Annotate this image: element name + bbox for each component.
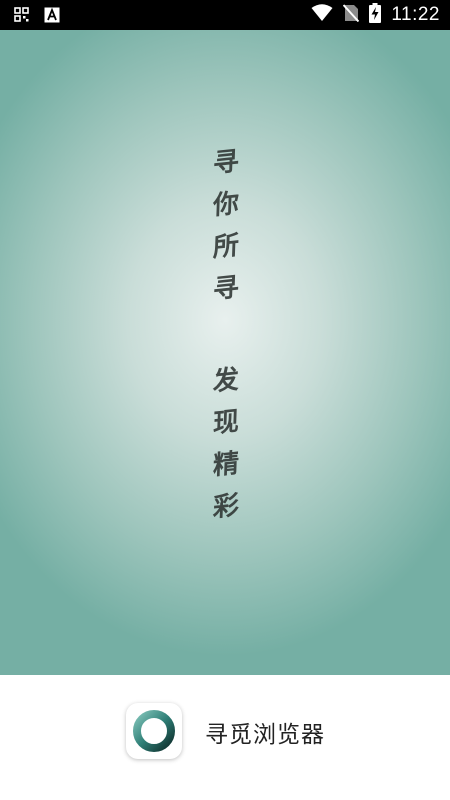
status-icons: 11:22 — [311, 0, 440, 30]
slogan-char: 现 — [212, 406, 240, 440]
slogan-char: 你 — [212, 188, 240, 222]
slogan-char: 精 — [212, 448, 240, 482]
wifi-icon — [311, 4, 333, 26]
splash-screen: 11:22 寻 你 所 寻 发 现 精 彩 寻觅浏览器 — [0, 0, 450, 800]
brand-footer: 寻觅浏览器 — [0, 675, 450, 800]
splash-background: 寻 你 所 寻 发 现 精 彩 — [0, 30, 450, 675]
slogan-column-1: 寻 你 所 寻 — [205, 142, 247, 310]
no-sim-icon — [343, 4, 360, 26]
battery-charging-icon — [369, 3, 382, 27]
slogan-char: 寻 — [212, 272, 240, 306]
slogan-char: 所 — [212, 230, 240, 264]
clock-time: 11:22 — [391, 4, 440, 25]
slogan-column-2: 发 现 精 彩 — [205, 360, 247, 528]
app-name: 寻觅浏览器 — [205, 722, 325, 748]
slogan-char: 发 — [212, 364, 240, 398]
keyboard-a-icon — [44, 7, 60, 27]
app-grid-icon — [14, 7, 30, 27]
status-bar: 11:22 — [0, 0, 450, 30]
slogan-char: 寻 — [212, 146, 240, 180]
slogan-char: 彩 — [212, 490, 240, 524]
browser-ring-logo-icon — [126, 703, 182, 759]
